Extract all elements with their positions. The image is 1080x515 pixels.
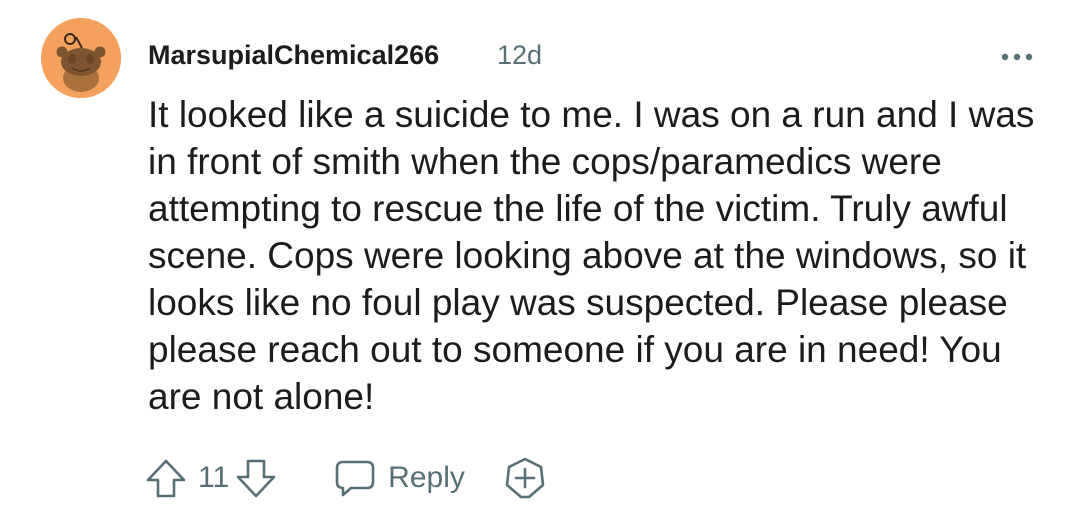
award-plus-icon: [505, 457, 545, 499]
award-button[interactable]: [503, 456, 547, 500]
speech-bubble-icon: [335, 460, 375, 497]
comment-actions: 11 Reply: [144, 455, 547, 501]
upvote-button[interactable]: [144, 456, 188, 500]
downvote-button[interactable]: [234, 456, 278, 500]
reply-label: Reply: [388, 461, 465, 494]
more-options-button[interactable]: [992, 41, 1042, 73]
comment-body: It looked like a suicide to me. I was on…: [148, 94, 1035, 417]
downvote-arrow-icon: [236, 459, 276, 498]
snoo-avatar-icon: [41, 18, 121, 98]
user-avatar[interactable]: [41, 18, 121, 98]
upvote-arrow-icon: [146, 459, 186, 498]
vote-count: 11: [198, 461, 230, 494]
comment: MarsupialChemical266 12d It looked like …: [0, 0, 1080, 515]
more-options-icon: [1001, 53, 1033, 61]
reply-button[interactable]: Reply: [334, 458, 465, 498]
comment-author[interactable]: MarsupialChemical266: [148, 40, 439, 71]
comment-age: 12d: [497, 40, 543, 70]
